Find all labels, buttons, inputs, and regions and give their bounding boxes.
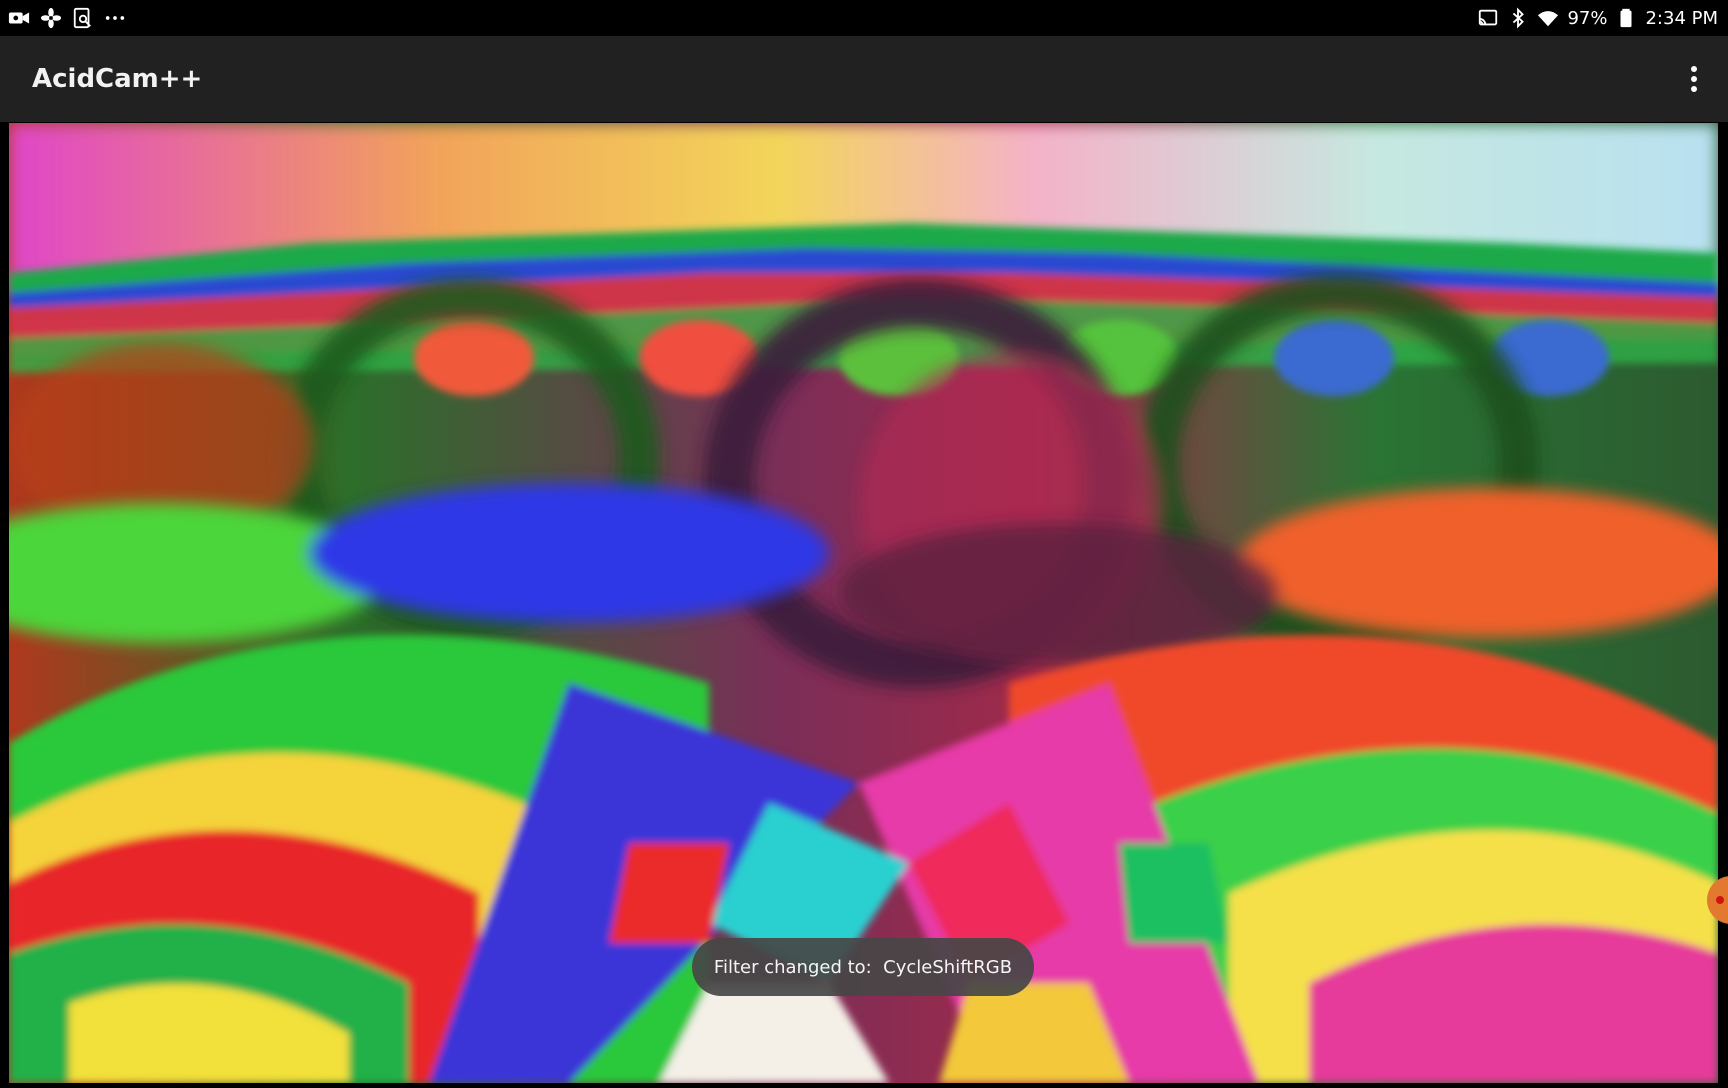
cast-icon bbox=[1477, 7, 1499, 29]
app-bar: AcidCam++ bbox=[0, 36, 1728, 122]
overflow-menu-icon bbox=[1691, 66, 1697, 92]
bluetooth-icon bbox=[1507, 7, 1529, 29]
clock: 2:34 PM bbox=[1645, 7, 1718, 29]
app-title: AcidCam++ bbox=[32, 64, 203, 94]
more-dots-icon bbox=[104, 7, 126, 29]
fan-icon bbox=[40, 7, 62, 29]
status-right-icons: 97% 2:34 PM bbox=[1477, 7, 1718, 29]
edge-handle-dot-icon bbox=[1716, 896, 1724, 904]
wifi-icon bbox=[1537, 7, 1559, 29]
video-camera-icon bbox=[8, 7, 30, 29]
battery-icon bbox=[1615, 7, 1637, 29]
status-bar: 97% 2:34 PM bbox=[0, 0, 1728, 36]
status-left-icons bbox=[8, 7, 126, 29]
overflow-menu-button[interactable] bbox=[1674, 55, 1714, 103]
screenshot-search-icon bbox=[72, 7, 94, 29]
toast-message: Filter changed to: CycleShiftRGB bbox=[692, 938, 1034, 996]
battery-percent: 97% bbox=[1567, 7, 1608, 29]
